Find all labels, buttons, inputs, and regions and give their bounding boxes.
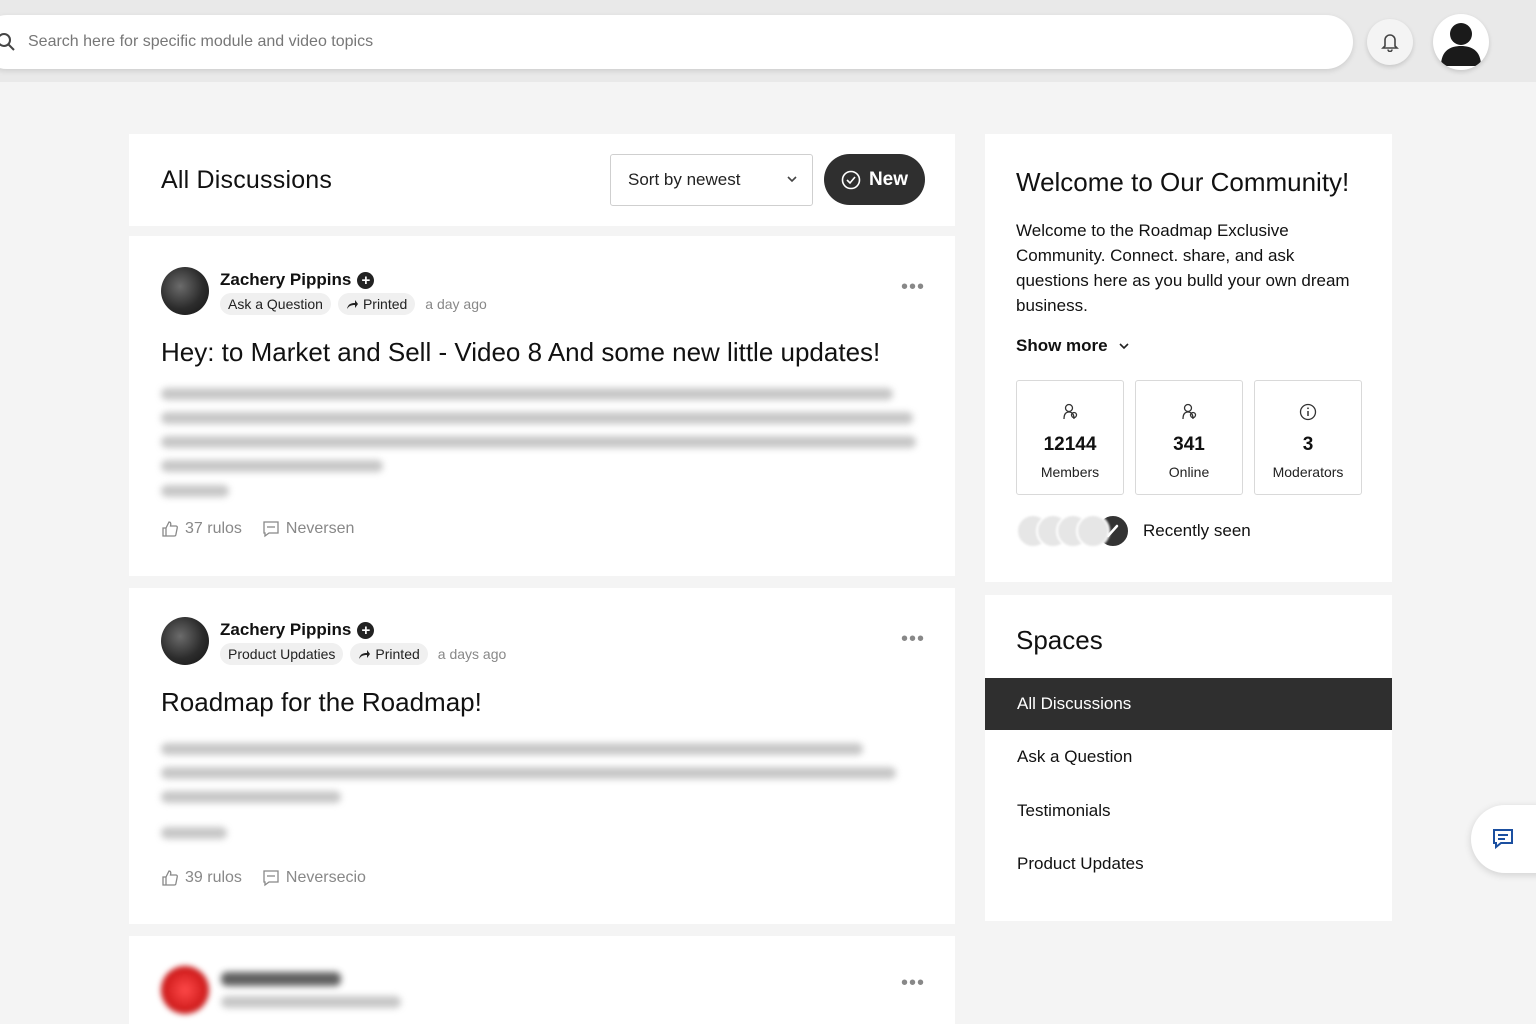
online-count: 341 (1173, 434, 1205, 455)
author-avatar[interactable] (161, 966, 209, 1014)
discussions-header: All Discussions Sort by newest New (129, 134, 955, 226)
user-silhouette-icon (1441, 23, 1481, 66)
check-circle-icon (841, 170, 861, 189)
members-count: 12144 (1043, 434, 1097, 455)
welcome-title: Welcome to Our Community! (1016, 167, 1350, 197)
more-options-icon[interactable]: ••• (901, 972, 925, 995)
post-tags: Product Updaties Printed a days ago (220, 643, 506, 665)
chat-button[interactable] (1471, 805, 1536, 873)
blurred-text (161, 388, 893, 400)
blurred-text (161, 436, 916, 448)
author-name[interactable]: Zachery Pippins (220, 620, 351, 640)
thumbs-up-icon (162, 521, 178, 537)
space-item-testimonials[interactable]: Testimonials (985, 785, 1392, 837)
printed-badge: Printed (337, 293, 416, 315)
post-author[interactable]: Zachery Pippins + (220, 270, 375, 290)
comment-label: Neversen (285, 520, 355, 537)
online-users-icon (1182, 403, 1197, 420)
chat-icon (1493, 829, 1513, 850)
welcome-body: Welcome to the Roadmap Exclusive Communi… (1016, 221, 1350, 315)
post-meta: 37 rulos Neversen (161, 520, 354, 538)
chevron-down-icon (1119, 343, 1129, 350)
search-icon (0, 33, 15, 51)
badge-label: Printed (375, 646, 420, 662)
printed-badge: Printed (350, 643, 428, 665)
online-stat: 341 Online (1135, 380, 1243, 495)
moderators-stat: 3 Moderators (1254, 380, 1362, 495)
sort-dropdown[interactable]: Sort by newest (610, 154, 813, 206)
post-time: a day ago (425, 296, 487, 312)
welcome-card: Welcome to Our Community! Welcome to the… (985, 134, 1392, 582)
comment-button[interactable]: Neversen (262, 520, 354, 538)
page-title: All Discussions (161, 166, 333, 194)
like-button[interactable]: 37 rulos (161, 520, 242, 538)
members-label: Members (1040, 464, 1100, 480)
thumbs-up-icon (162, 870, 178, 886)
post-card[interactable]: ••• (129, 936, 955, 1024)
author-name[interactable]: Zachery Pippins (220, 270, 351, 290)
post-card[interactable]: Zachery Pippins + Product Updaties Print… (129, 588, 955, 924)
chevron-down-icon (787, 176, 797, 183)
info-icon (1299, 403, 1317, 421)
category-tag[interactable]: Product Updaties (220, 643, 344, 665)
show-more-label: Show more (1016, 336, 1108, 355)
members-icon (1063, 403, 1078, 420)
post-title[interactable]: Hey: to Market and Sell - Video 8 And so… (161, 337, 880, 368)
recently-seen[interactable]: Recently seen (1016, 514, 1251, 548)
space-item-all-discussions[interactable]: All Discussions (985, 678, 1392, 730)
search-input[interactable] (28, 33, 1353, 51)
follow-plus-icon[interactable]: + (357, 271, 375, 289)
user-avatar-button[interactable] (1433, 14, 1489, 70)
post-meta: 39 rulos Neversecio (161, 869, 366, 887)
post-tags: Ask a Question Printed a day ago (220, 293, 487, 315)
like-count: 37 rulos (185, 520, 242, 537)
blurred-text (161, 412, 913, 424)
top-bar (0, 0, 1536, 82)
blurred-text (161, 485, 229, 497)
spaces-card: Spaces All Discussions Ask a Question Te… (985, 595, 1392, 921)
space-item-ask-a-question[interactable]: Ask a Question (985, 731, 1392, 783)
members-stat: 12144 Members (1016, 380, 1124, 495)
recent-avatar[interactable] (1076, 514, 1110, 548)
follow-plus-icon[interactable]: + (357, 621, 375, 639)
like-count: 39 rulos (185, 869, 242, 886)
author-avatar[interactable] (161, 267, 209, 315)
post-time: a days ago (437, 646, 507, 662)
more-options-icon[interactable]: ••• (901, 276, 925, 299)
notifications-button[interactable] (1367, 19, 1413, 65)
post-card[interactable]: Zachery Pippins + Ask a Question Printed… (129, 236, 955, 576)
space-item-product-updates[interactable]: Product Updates (985, 838, 1392, 890)
blurred-text (161, 827, 227, 839)
more-options-icon[interactable]: ••• (901, 628, 925, 651)
new-discussion-button[interactable]: New (824, 154, 925, 205)
sort-label: Sort by newest (628, 170, 741, 189)
blurred-author (221, 972, 341, 986)
bell-icon (1381, 34, 1399, 52)
blurred-text (161, 460, 383, 472)
new-label: New (868, 168, 909, 190)
blurred-text (161, 743, 863, 755)
blurred-tags (221, 996, 401, 1008)
category-tag[interactable]: Ask a Question (220, 293, 331, 315)
spaces-title: Spaces (1016, 625, 1103, 655)
moderators-label: Moderators (1272, 464, 1344, 480)
recently-seen-label: Recently seen (1143, 521, 1251, 540)
author-avatar[interactable] (161, 617, 209, 665)
comment-label: Neversecio (285, 869, 366, 886)
show-more-button[interactable]: Show more (1016, 336, 1130, 356)
share-arrow-icon (359, 649, 371, 659)
comment-button[interactable]: Neversecio (262, 869, 366, 887)
like-button[interactable]: 39 rulos (161, 869, 242, 887)
post-title[interactable]: Roadmap for the Roadmap! (161, 687, 482, 718)
blurred-text (161, 791, 341, 803)
comment-icon (263, 870, 279, 887)
moderators-count: 3 (1302, 434, 1314, 455)
post-author[interactable]: Zachery Pippins + (220, 620, 375, 640)
search-bar[interactable] (0, 15, 1353, 69)
share-arrow-icon (346, 299, 358, 309)
online-label: Online (1168, 464, 1210, 480)
badge-label: Printed (362, 296, 408, 312)
comment-icon (263, 521, 279, 538)
blurred-text (161, 767, 896, 779)
